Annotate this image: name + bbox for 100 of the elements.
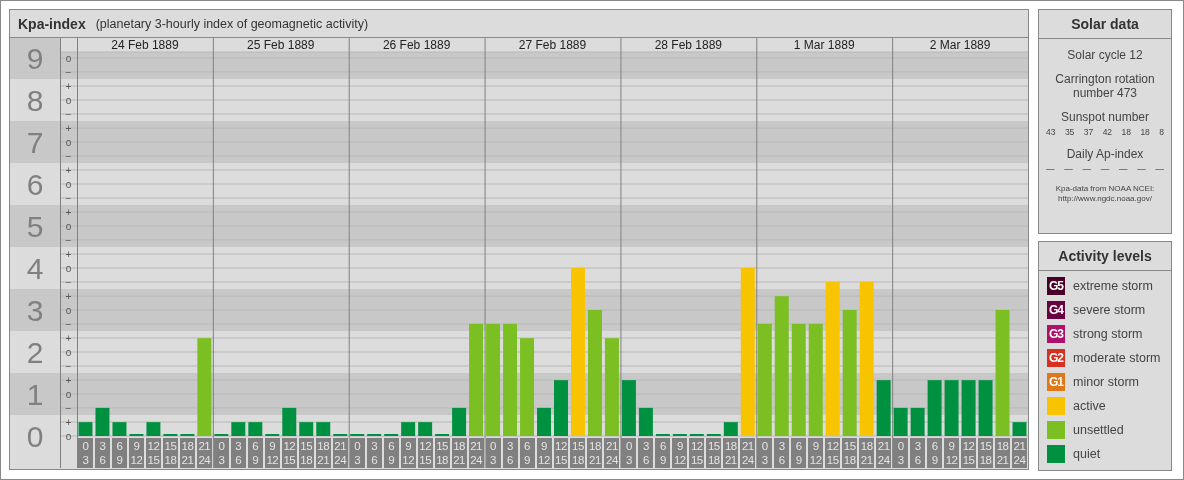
sub-level-label: o: [65, 95, 72, 106]
date-header: 2 Mar 1889: [928, 38, 992, 52]
time-range-label: 6 9: [791, 438, 807, 468]
time-range-label: 3 6: [230, 438, 246, 468]
time-range-label: 15 18: [978, 438, 994, 468]
level-label: severe storm: [1073, 303, 1146, 317]
panel-subtitle: (planetary 3-hourly index of geomagnetic activity): [95, 16, 369, 31]
sub-level-label: +: [65, 249, 72, 260]
time-range-label: 6 9: [247, 438, 263, 468]
kp-bar: [95, 407, 110, 436]
ap-index-value: —: [1100, 164, 1110, 174]
level-swatch: G2: [1047, 349, 1065, 367]
kp-bar: [401, 422, 416, 436]
time-range-label: 18 21: [315, 438, 331, 468]
kp-bar: [910, 407, 925, 436]
time-range-label: 9 12: [808, 438, 824, 468]
level-label: quiet: [1073, 447, 1101, 461]
sub-level-label: o: [65, 53, 72, 64]
sub-level-label: +: [65, 123, 72, 134]
date-header: 28 Feb 1889: [653, 38, 724, 52]
kp-bar: [961, 380, 976, 436]
time-range-label: 9 12: [536, 438, 552, 468]
level-swatch: G4: [1047, 301, 1065, 319]
sunspot-value: 18: [1121, 127, 1131, 137]
level-swatch: [1047, 445, 1065, 463]
kp-bar: [927, 380, 942, 436]
time-range-label: 12 15: [417, 438, 433, 468]
time-range-label: 18 21: [723, 438, 739, 468]
y-axis-label: 2: [26, 336, 44, 369]
sunspot-value: 35: [1064, 127, 1075, 137]
time-range-label: 12 15: [281, 438, 297, 468]
kp-bar: [978, 380, 993, 436]
time-range-label: 15 18: [434, 438, 450, 468]
time-range-label: 9 12: [944, 438, 960, 468]
kp-bar: [452, 407, 467, 436]
level-label: moderate storm: [1073, 351, 1161, 365]
kp-bar: [554, 380, 568, 436]
kp-bar: [893, 407, 908, 436]
panel-header: Solar data: [1039, 10, 1171, 39]
time-range-label: 3 6: [366, 438, 382, 468]
time-range-label: 21 24: [740, 438, 756, 468]
time-range-label: 12 15: [145, 438, 161, 468]
time-range-label: 15 18: [706, 438, 722, 468]
sub-level-label: −: [65, 151, 72, 162]
time-range-label: 6 9: [383, 438, 399, 468]
time-range-label: 15 18: [842, 438, 858, 468]
sub-level-label: +: [65, 417, 72, 428]
kp-bar: [78, 422, 93, 436]
time-range-label: 9 12: [400, 438, 416, 468]
y-axis-label: 3: [26, 294, 44, 327]
date-header: 27 Feb 1889: [517, 38, 588, 52]
time-range-label: 18 21: [451, 438, 467, 468]
level-label: extreme storm: [1073, 279, 1153, 293]
date-header: 1 Mar 1889: [792, 38, 856, 52]
kp-bar: [299, 422, 314, 436]
level-swatch: G5: [1047, 277, 1065, 295]
ap-index-value: —: [1137, 164, 1146, 174]
time-range-label: 6 9: [655, 438, 671, 468]
time-range-label: 18 21: [179, 438, 195, 468]
sub-level-label: o: [65, 179, 72, 190]
sub-level-label: −: [65, 109, 72, 120]
sub-level-label: −: [65, 67, 72, 78]
date-header: 25 Feb 1889: [246, 38, 316, 52]
time-range-label: 3 6: [910, 438, 926, 468]
kp-bar: [316, 422, 331, 436]
sub-level-label: o: [65, 347, 72, 358]
date-header: 26 Feb 1889: [381, 38, 452, 52]
ap-index-label: Daily Ap-index: [1065, 147, 1145, 161]
time-range-label: 12 15: [825, 438, 841, 468]
sub-level-label: o: [65, 137, 72, 148]
kp-bar: [248, 422, 263, 436]
ap-index-value: —: [1119, 164, 1128, 174]
kp-bar: [723, 422, 738, 436]
y-axis-label: 8: [26, 84, 44, 117]
panel-title: Kpa-index: [18, 15, 86, 32]
ap-index-value: —: [1155, 164, 1164, 174]
y-axis-label: 5: [26, 210, 44, 243]
sub-level-label: +: [65, 165, 72, 176]
sub-level-label: +: [65, 291, 72, 302]
kp-bar: [944, 380, 959, 436]
y-axis-label: 7: [26, 126, 44, 159]
kp-bar: [418, 422, 433, 436]
sub-level-label: −: [65, 403, 72, 414]
level-label: active: [1073, 399, 1106, 413]
time-range-label: 6 9: [927, 438, 943, 468]
time-range-label: 6 9: [519, 438, 535, 468]
time-range-label: 21 24: [468, 438, 484, 468]
kp-bar: [146, 422, 161, 436]
sunspot-value: 43: [1046, 127, 1056, 137]
level-label: strong storm: [1073, 327, 1143, 341]
solar-cycle-text: Solar cycle 12: [1066, 48, 1144, 62]
sub-level-label: o: [65, 389, 72, 400]
time-range-label: 21 24: [604, 438, 620, 468]
sunspot-value: 18: [1140, 127, 1150, 137]
panel-header: Activity levels: [1039, 242, 1171, 271]
level-swatch: [1047, 397, 1065, 415]
time-range-label: 9 12: [672, 438, 688, 468]
time-range-label: 21 24: [332, 438, 348, 468]
data-source-note: Kpa-data from NOAA NCEI: http://www.ngdc.noaa.gov/: [1054, 184, 1156, 204]
time-range-label: 12 15: [961, 438, 977, 468]
